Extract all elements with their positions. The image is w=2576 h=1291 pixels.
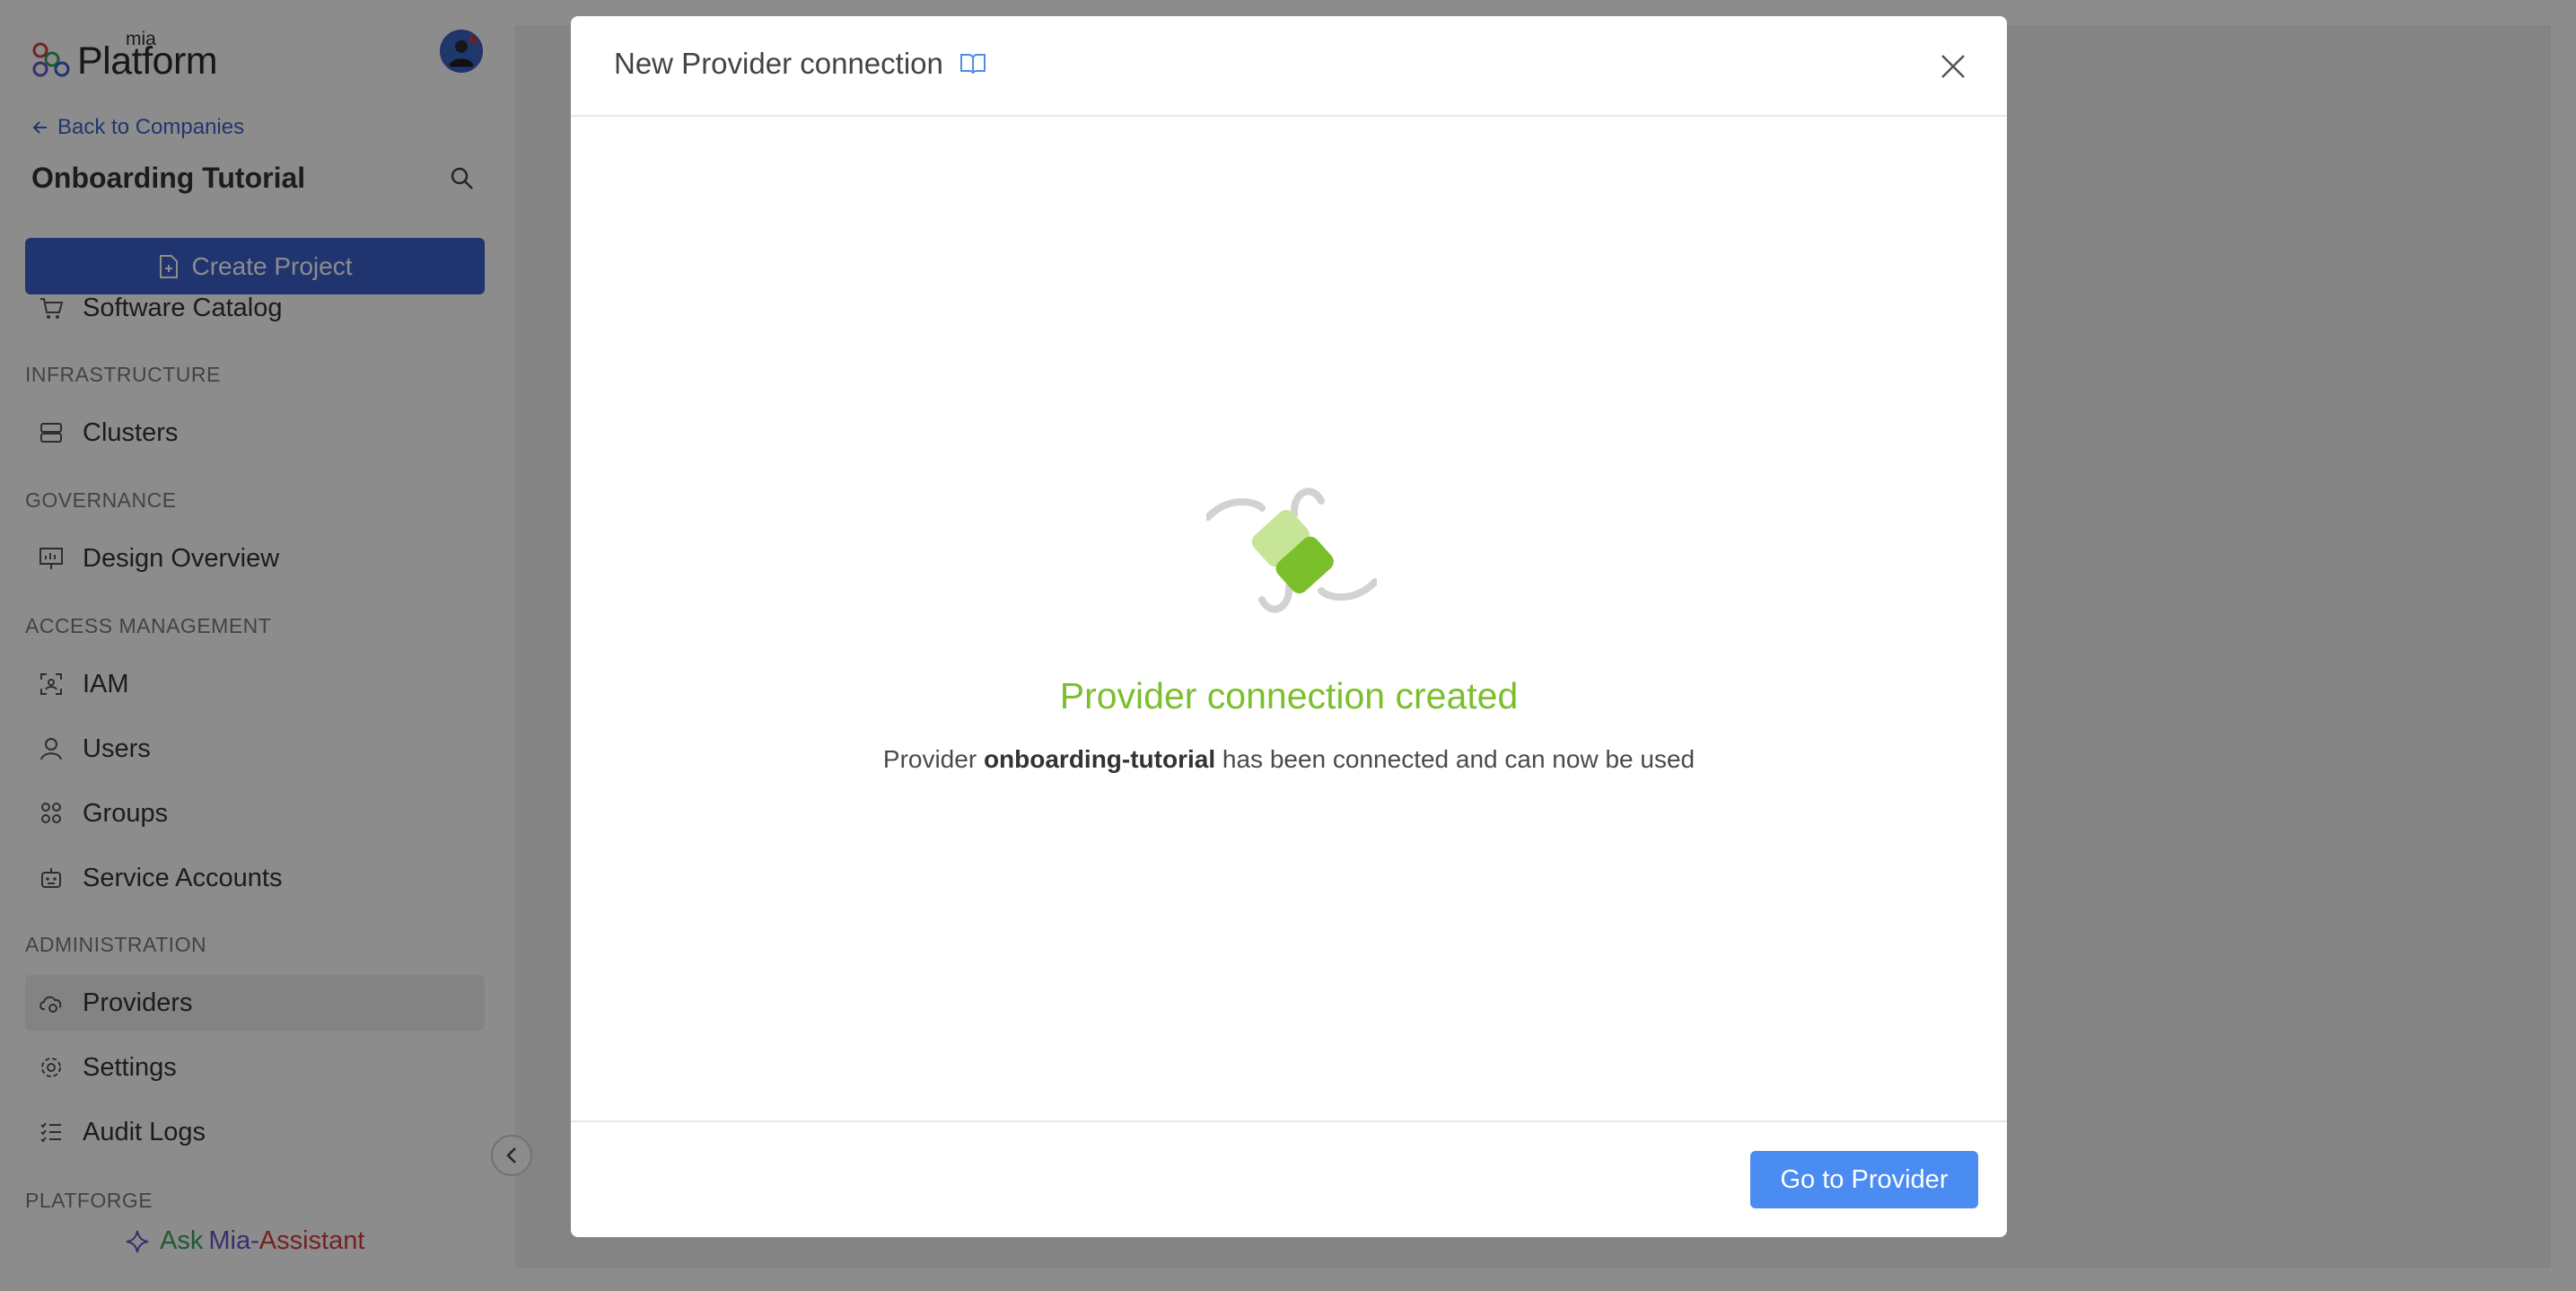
modal-title: New Provider connection [614, 47, 986, 81]
go-to-provider-button[interactable]: Go to Provider [1750, 1151, 1978, 1208]
modal-footer: Go to Provider [571, 1120, 2007, 1237]
plug-connected-icon [1206, 487, 1377, 613]
success-message: Provider onboarding-tutorial has been co… [571, 745, 2007, 774]
message-prefix: Provider [882, 745, 977, 773]
modal-title-text: New Provider connection [614, 47, 943, 80]
success-title: Provider connection created [1059, 675, 1519, 716]
book-icon[interactable] [959, 52, 986, 75]
close-icon[interactable] [1937, 50, 1969, 83]
provider-name: onboarding-tutorial [983, 745, 1216, 773]
message-suffix: has been connected and can now be used [1222, 745, 1695, 773]
new-provider-connection-modal: New Provider connection Provider connect… [571, 16, 2007, 1237]
modal-header: New Provider connection [571, 16, 2007, 117]
